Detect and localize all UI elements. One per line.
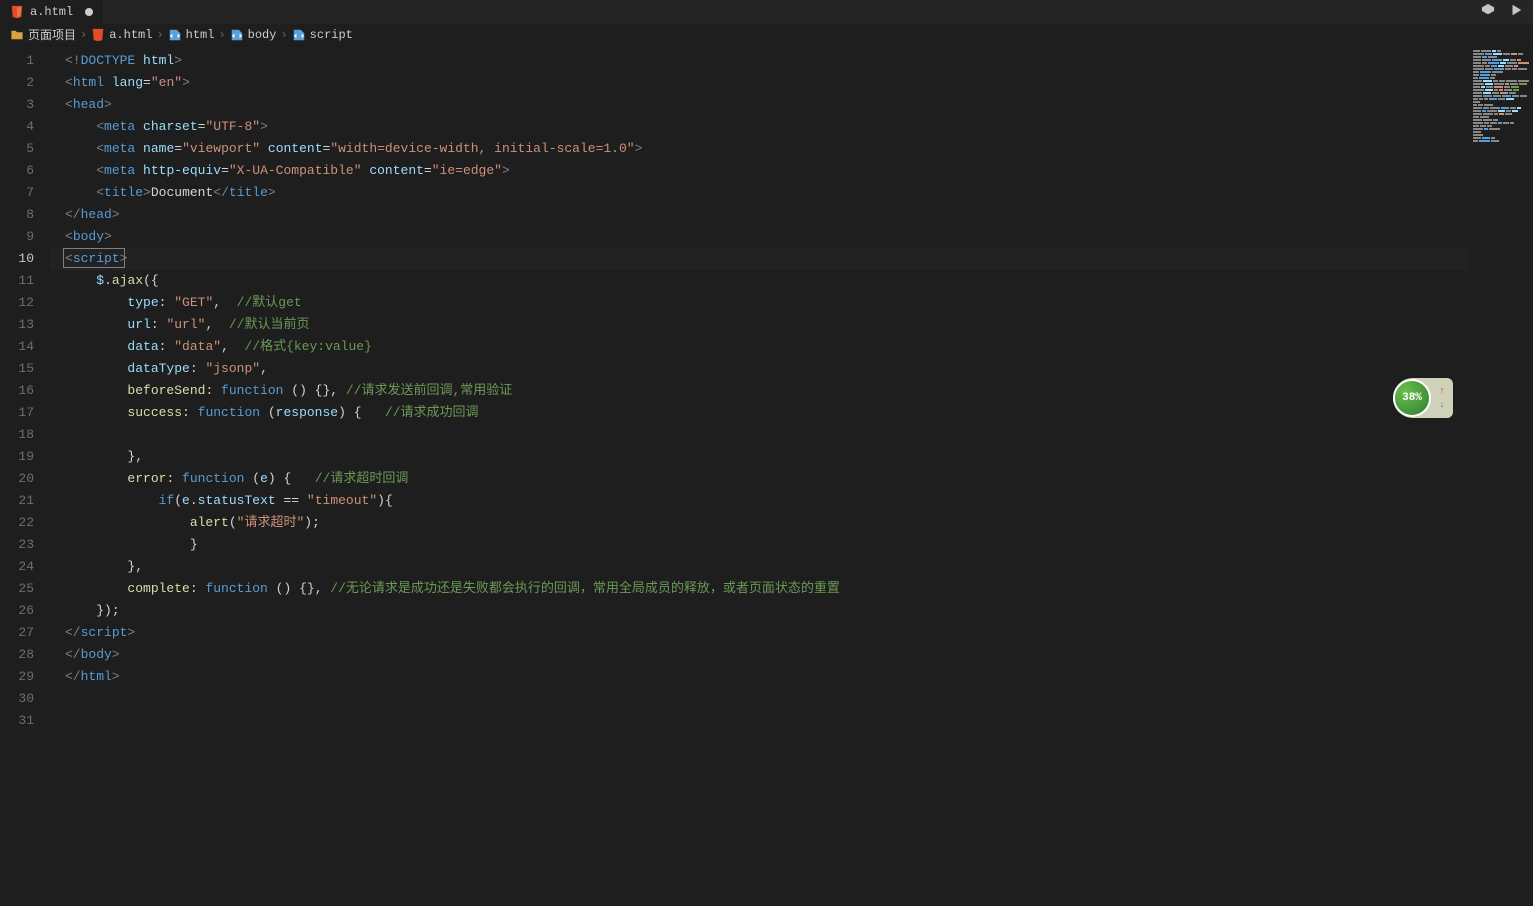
- line-number: 15: [0, 358, 50, 380]
- code-line[interactable]: },: [50, 446, 1468, 468]
- breadcrumb: 页面项目›a.html›html›body›script: [0, 24, 1533, 46]
- code-line[interactable]: </html>: [50, 666, 1468, 688]
- code-line[interactable]: },: [50, 556, 1468, 578]
- line-number: 27: [0, 622, 50, 644]
- line-number: 3: [0, 94, 50, 116]
- minimap[interactable]: [1468, 46, 1533, 906]
- code-line[interactable]: complete: function () {}, //无论请求是成功还是失败都…: [50, 578, 1468, 600]
- line-number: 22: [0, 512, 50, 534]
- breadcrumb-item[interactable]: script: [292, 28, 353, 42]
- code-line[interactable]: <meta http-equiv="X-UA-Compatible" conte…: [50, 160, 1468, 182]
- line-number: 10: [0, 248, 50, 270]
- code-line[interactable]: dataType: "jsonp",: [50, 358, 1468, 380]
- line-number: 28: [0, 644, 50, 666]
- code-line[interactable]: <script>: [50, 248, 1468, 270]
- line-number: 21: [0, 490, 50, 512]
- code-line[interactable]: error: function (e) { //请求超时回调: [50, 468, 1468, 490]
- code-line[interactable]: if(e.statusText == "timeout"){: [50, 490, 1468, 512]
- run-icon[interactable]: [1509, 3, 1523, 21]
- breadcrumb-separator-icon: ›: [280, 28, 287, 42]
- line-number: 20: [0, 468, 50, 490]
- code-line[interactable]: </script>: [50, 622, 1468, 644]
- folder-icon: [10, 28, 24, 42]
- line-number: 18: [0, 424, 50, 446]
- editor-area[interactable]: 1234567891011121314151617181920212223242…: [0, 46, 1533, 906]
- tag-icon: [230, 28, 244, 42]
- line-number: 7: [0, 182, 50, 204]
- code-line[interactable]: <body>: [50, 226, 1468, 248]
- tag-icon: [292, 28, 306, 42]
- code-line[interactable]: <!DOCTYPE html>: [50, 50, 1468, 72]
- html5-icon: [91, 28, 105, 42]
- breadcrumb-label: 页面项目: [28, 26, 76, 43]
- code-line[interactable]: <meta name="viewport" content="width=dev…: [50, 138, 1468, 160]
- minimap-content: [1473, 50, 1529, 143]
- breadcrumb-item[interactable]: 页面项目: [10, 26, 76, 43]
- source-control-icon[interactable]: [1481, 3, 1495, 21]
- code-line[interactable]: alert("请求超时");: [50, 512, 1468, 534]
- performance-percent: 38%: [1402, 392, 1422, 404]
- line-number: 31: [0, 710, 50, 732]
- html5-icon: [10, 5, 24, 19]
- code-line[interactable]: url: "url", //默认当前页: [50, 314, 1468, 336]
- performance-arrows: ↑ ↓: [1431, 386, 1453, 410]
- code-line[interactable]: [50, 424, 1468, 446]
- tab-a-html[interactable]: a.html: [0, 0, 103, 24]
- line-number: 1: [0, 50, 50, 72]
- line-number: 25: [0, 578, 50, 600]
- line-number: 26: [0, 600, 50, 622]
- code-line[interactable]: type: "GET", //默认get: [50, 292, 1468, 314]
- line-number: 5: [0, 138, 50, 160]
- arrow-down-icon: ↓: [1439, 400, 1444, 410]
- line-number: 4: [0, 116, 50, 138]
- tab-bar: a.html: [0, 0, 1533, 24]
- code-line[interactable]: });: [50, 600, 1468, 622]
- dirty-indicator-icon: [85, 8, 93, 16]
- code-line[interactable]: </head>: [50, 204, 1468, 226]
- breadcrumb-label: a.html: [109, 28, 152, 42]
- line-number: 13: [0, 314, 50, 336]
- code-line[interactable]: beforeSend: function () {}, //请求发送前回调,常用…: [50, 380, 1468, 402]
- line-number: 11: [0, 270, 50, 292]
- line-number: 8: [0, 204, 50, 226]
- line-number: 30: [0, 688, 50, 710]
- arrow-up-icon: ↑: [1439, 386, 1444, 396]
- line-number: 19: [0, 446, 50, 468]
- breadcrumb-item[interactable]: a.html: [91, 28, 152, 42]
- performance-widget[interactable]: 38% ↑ ↓: [1393, 378, 1453, 418]
- line-number: 2: [0, 72, 50, 94]
- line-number: 16: [0, 380, 50, 402]
- code-line[interactable]: </body>: [50, 644, 1468, 666]
- code-line[interactable]: <title>Document</title>: [50, 182, 1468, 204]
- line-number-gutter: 1234567891011121314151617181920212223242…: [0, 46, 50, 906]
- breadcrumb-label: body: [248, 28, 277, 42]
- code-line[interactable]: $.ajax({: [50, 270, 1468, 292]
- line-number: 6: [0, 160, 50, 182]
- code-line[interactable]: }: [50, 534, 1468, 556]
- breadcrumb-item[interactable]: html: [168, 28, 215, 42]
- line-number: 17: [0, 402, 50, 424]
- breadcrumb-label: html: [186, 28, 215, 42]
- line-number: 23: [0, 534, 50, 556]
- code-line[interactable]: <html lang="en">: [50, 72, 1468, 94]
- tag-icon: [168, 28, 182, 42]
- breadcrumb-separator-icon: ›: [80, 28, 87, 42]
- code-content[interactable]: <!DOCTYPE html><html lang="en"><head> <m…: [50, 46, 1468, 906]
- line-number: 12: [0, 292, 50, 314]
- tab-filename: a.html: [30, 5, 73, 19]
- line-number: 14: [0, 336, 50, 358]
- code-line[interactable]: success: function (response) { //请求成功回调: [50, 402, 1468, 424]
- code-line[interactable]: data: "data", //格式{key:value}: [50, 336, 1468, 358]
- line-number: 9: [0, 226, 50, 248]
- line-number: 29: [0, 666, 50, 688]
- breadcrumb-separator-icon: ›: [156, 28, 163, 42]
- breadcrumb-separator-icon: ›: [218, 28, 225, 42]
- line-number: 24: [0, 556, 50, 578]
- code-line[interactable]: <head>: [50, 94, 1468, 116]
- breadcrumb-item[interactable]: body: [230, 28, 277, 42]
- performance-percent-circle: 38%: [1393, 379, 1431, 417]
- code-line[interactable]: <meta charset="UTF-8">: [50, 116, 1468, 138]
- tab-list: a.html: [0, 0, 103, 24]
- breadcrumb-label: script: [310, 28, 353, 42]
